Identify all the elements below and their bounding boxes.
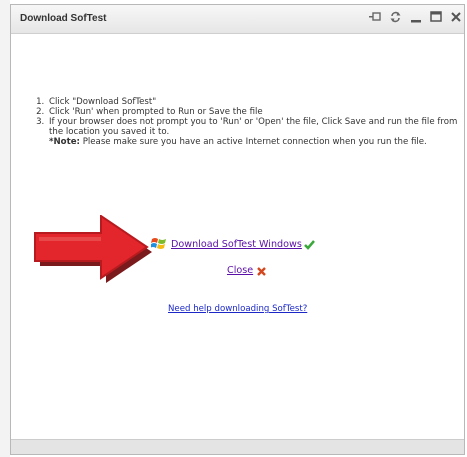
instruction-step-1: Click "Download SofTest" bbox=[47, 97, 463, 107]
red-arrow-pointer bbox=[34, 215, 152, 283]
close-icon[interactable] bbox=[449, 10, 462, 23]
minimize-icon[interactable] bbox=[409, 10, 422, 23]
checkmark-icon bbox=[303, 235, 315, 254]
download-softest-link[interactable]: Download SofTest Windows bbox=[171, 239, 302, 250]
background-page-edge bbox=[0, 0, 10, 457]
note-text: Please make sure you have an active Inte… bbox=[79, 137, 427, 147]
download-row: Download SofTest Windows bbox=[150, 235, 315, 254]
download-dialog: Download SofTest Click "Download SofTest… bbox=[10, 4, 465, 455]
window-controls bbox=[369, 10, 462, 23]
instruction-step-2: Click 'Run' when prompted to Run or Save… bbox=[47, 107, 463, 117]
dialog-footer bbox=[11, 439, 464, 454]
close-x-icon[interactable] bbox=[257, 261, 266, 280]
windows-logo-icon bbox=[150, 235, 167, 254]
refresh-icon[interactable] bbox=[389, 10, 402, 23]
pin-icon[interactable] bbox=[369, 10, 382, 23]
connection-note: *Note: Please make sure you have an acti… bbox=[33, 137, 463, 147]
close-row: Close bbox=[227, 263, 266, 277]
dialog-titlebar[interactable]: Download SofTest bbox=[11, 5, 464, 34]
maximize-icon[interactable] bbox=[429, 10, 442, 23]
help-downloading-link[interactable]: Need help downloading SofTest? bbox=[168, 304, 307, 314]
note-label: *Note: bbox=[49, 137, 80, 147]
close-link[interactable]: Close bbox=[227, 265, 253, 276]
instructions-list: Click "Download SofTest" Click 'Run' whe… bbox=[33, 97, 463, 147]
dialog-title: Download SofTest bbox=[20, 13, 107, 24]
help-row: Need help downloading SofTest? bbox=[168, 296, 307, 315]
instruction-step-3: If your browser does not prompt you to '… bbox=[47, 117, 463, 137]
